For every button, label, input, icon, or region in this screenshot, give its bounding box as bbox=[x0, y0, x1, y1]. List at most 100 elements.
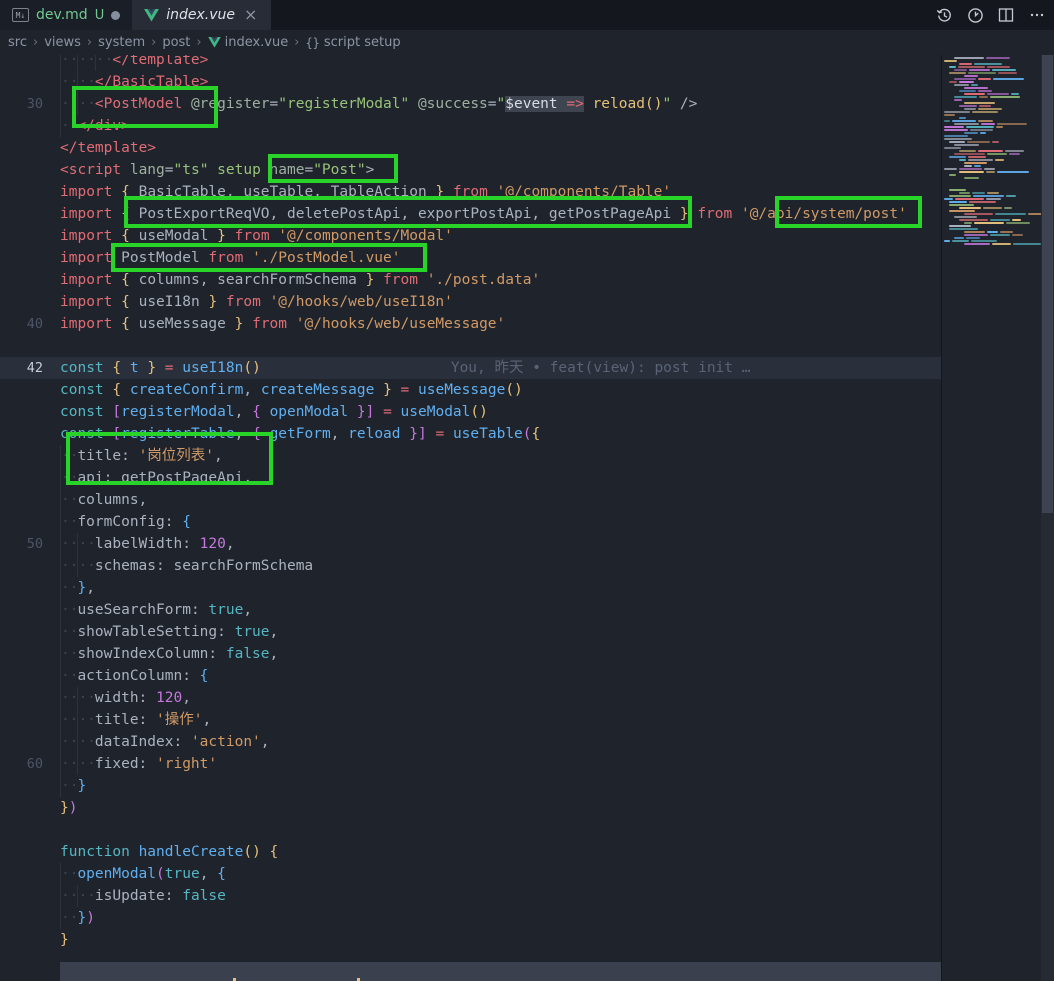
vertical-scrollbar[interactable] bbox=[1041, 55, 1054, 981]
code-line[interactable]: const { createConfirm, createMessage } =… bbox=[0, 379, 941, 401]
line-number[interactable] bbox=[0, 489, 60, 511]
timeline-history-icon[interactable] bbox=[933, 4, 955, 26]
code-line[interactable]: ····title: '操作', bbox=[0, 709, 941, 731]
clock-icon[interactable] bbox=[964, 4, 986, 26]
line-number[interactable] bbox=[0, 929, 60, 951]
code-line[interactable]: function handleCreate() { bbox=[0, 841, 941, 863]
line-number[interactable] bbox=[0, 555, 60, 577]
scrollbar-thumb[interactable] bbox=[1042, 55, 1053, 513]
code-line[interactable]: 42const { t } = useI18n()You, 昨天 • feat(… bbox=[0, 357, 941, 379]
line-number[interactable]: 30 bbox=[0, 93, 60, 115]
line-number[interactable]: 40 bbox=[0, 313, 60, 335]
code-line[interactable]: ··title: '岗位列表', bbox=[0, 445, 941, 467]
line-number[interactable] bbox=[0, 137, 60, 159]
code-line[interactable]: ··columns, bbox=[0, 489, 941, 511]
code-line[interactable]: ··showTableSetting: true, bbox=[0, 621, 941, 643]
code-line[interactable]: } bbox=[0, 929, 941, 951]
breadcrumb-item-post[interactable]: post bbox=[162, 35, 190, 50]
line-number[interactable]: 60 bbox=[0, 753, 60, 775]
code-line[interactable]: <script lang="ts" setup name="Post"> bbox=[0, 159, 941, 181]
code-line[interactable]: import PostModel from './PostModel.vue' bbox=[0, 247, 941, 269]
close-icon[interactable]: × bbox=[242, 7, 259, 23]
code-line[interactable]: ··</div> bbox=[0, 115, 941, 137]
line-number[interactable] bbox=[0, 819, 60, 841]
code-line[interactable]: ··}) bbox=[0, 907, 941, 929]
code-line[interactable]: 30····<PostModel @register="registerModa… bbox=[0, 93, 941, 115]
code-line[interactable]: 50····labelWidth: 120, bbox=[0, 533, 941, 555]
line-number[interactable] bbox=[0, 379, 60, 401]
line-number[interactable] bbox=[0, 709, 60, 731]
line-number[interactable] bbox=[0, 885, 60, 907]
line-number[interactable] bbox=[0, 841, 60, 863]
code-line[interactable]: const [registerModal, { openModal }] = u… bbox=[0, 401, 941, 423]
line-number[interactable] bbox=[0, 643, 60, 665]
more-actions-icon[interactable] bbox=[1026, 4, 1048, 26]
line-number[interactable] bbox=[0, 907, 60, 929]
line-number[interactable] bbox=[0, 863, 60, 885]
line-number[interactable] bbox=[0, 951, 60, 973]
line-number[interactable] bbox=[0, 291, 60, 313]
code-line[interactable]: import { useI18n } from '@/hooks/web/use… bbox=[0, 291, 941, 313]
line-number[interactable] bbox=[0, 159, 60, 181]
line-number[interactable] bbox=[0, 181, 60, 203]
code-line[interactable]: ····dataIndex: 'action', bbox=[0, 731, 941, 753]
code-line[interactable]: ··} bbox=[0, 775, 941, 797]
line-number[interactable] bbox=[0, 511, 60, 533]
breadcrumb-item-script-setup[interactable]: {}script setup bbox=[305, 35, 400, 50]
code-line[interactable]: import { PostExportReqVO, deletePostApi,… bbox=[0, 203, 941, 225]
line-number[interactable] bbox=[0, 621, 60, 643]
unsaved-dot-icon[interactable] bbox=[111, 11, 120, 20]
code-line[interactable]: }) bbox=[0, 797, 941, 819]
code-line[interactable]: ······</template> bbox=[0, 55, 941, 71]
code-line[interactable]: ··actionColumn: { bbox=[0, 665, 941, 687]
line-number[interactable] bbox=[0, 445, 60, 467]
code-editor[interactable]: ······</template>····</BasicTable>30····… bbox=[0, 55, 941, 981]
line-number[interactable] bbox=[0, 115, 60, 137]
code-line[interactable]: const [registerTable, { getForm, reload … bbox=[0, 423, 941, 445]
line-number[interactable] bbox=[0, 577, 60, 599]
code-line[interactable]: </template> bbox=[0, 137, 941, 159]
code-line[interactable]: import { BasicTable, useTable, TableActi… bbox=[0, 181, 941, 203]
code-line[interactable] bbox=[0, 819, 941, 841]
line-number[interactable] bbox=[0, 687, 60, 709]
line-number[interactable] bbox=[0, 775, 60, 797]
code-line[interactable]: 60····fixed: 'right' bbox=[0, 753, 941, 775]
code-line[interactable]: import { columns, searchFormSchema } fro… bbox=[0, 269, 941, 291]
line-number[interactable] bbox=[0, 665, 60, 687]
code-line[interactable]: ····isUpdate: false bbox=[0, 885, 941, 907]
tab-dev-md[interactable]: M↓ dev.md U bbox=[0, 0, 132, 30]
line-number[interactable] bbox=[0, 203, 60, 225]
line-number[interactable] bbox=[0, 599, 60, 621]
code-line[interactable]: ··showIndexColumn: false, bbox=[0, 643, 941, 665]
code-line[interactable]: ····width: 120, bbox=[0, 687, 941, 709]
code-line[interactable]: ··openModal(true, { bbox=[0, 863, 941, 885]
line-number[interactable] bbox=[0, 335, 60, 357]
line-number[interactable] bbox=[0, 247, 60, 269]
line-number[interactable] bbox=[0, 71, 60, 93]
code-line[interactable]: 40import { useMessage } from '@/hooks/we… bbox=[0, 313, 941, 335]
code-line[interactable]: ··}, bbox=[0, 577, 941, 599]
line-number[interactable]: 50 bbox=[0, 533, 60, 555]
minimap[interactable] bbox=[941, 55, 1041, 981]
line-number[interactable] bbox=[0, 225, 60, 247]
line-number[interactable] bbox=[0, 731, 60, 753]
breadcrumb-item-views[interactable]: views bbox=[44, 35, 81, 50]
code-line[interactable]: ··useSearchForm: true, bbox=[0, 599, 941, 621]
code-line[interactable]: ····schemas: searchFormSchema bbox=[0, 555, 941, 577]
breadcrumb-item-index-vue[interactable]: index.vue bbox=[208, 35, 289, 50]
code-line[interactable]: ····</BasicTable> bbox=[0, 71, 941, 93]
line-number[interactable]: 42 bbox=[0, 357, 60, 379]
line-number[interactable] bbox=[0, 401, 60, 423]
line-number[interactable] bbox=[0, 797, 60, 819]
tab-index-vue[interactable]: index.vue × bbox=[132, 0, 271, 30]
breadcrumb-item-src[interactable]: src bbox=[8, 35, 27, 50]
line-number[interactable] bbox=[0, 467, 60, 489]
breadcrumb-item-system[interactable]: system bbox=[98, 35, 145, 50]
code-line[interactable] bbox=[0, 335, 941, 357]
code-line[interactable]: ··api: getPostPageApi, bbox=[0, 467, 941, 489]
line-number[interactable] bbox=[0, 269, 60, 291]
split-editor-icon[interactable] bbox=[995, 4, 1017, 26]
code-line[interactable]: import { useModal } from '@/components/M… bbox=[0, 225, 941, 247]
code-line[interactable]: ··formConfig: { bbox=[0, 511, 941, 533]
line-number[interactable] bbox=[0, 423, 60, 445]
